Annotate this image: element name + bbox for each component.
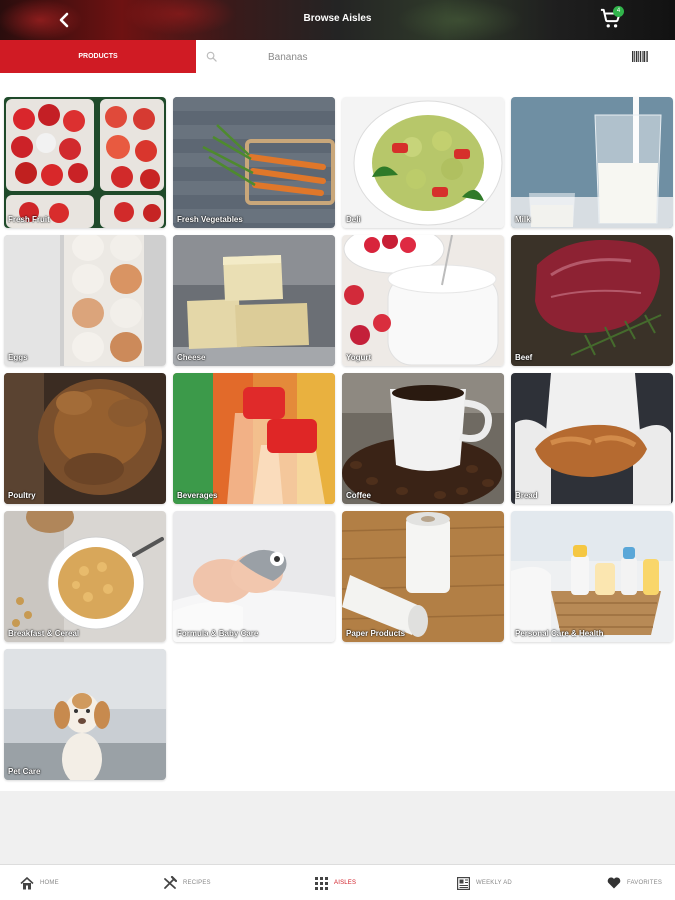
aisle-label: Poultry	[8, 491, 36, 500]
fresh-fruit-image	[4, 97, 166, 228]
nav-label: HOME	[40, 880, 59, 886]
aisle-grid: Fresh Fruit Fresh Vegetables Deli Milk E…	[0, 73, 675, 791]
beef-image	[511, 235, 673, 366]
utensils-icon	[164, 876, 177, 889]
page-title: Browse Aisles	[303, 13, 372, 24]
nav-label: AISLES	[334, 880, 357, 886]
aisle-tile-fresh-vegetables[interactable]: Fresh Vegetables	[173, 97, 335, 228]
formula-baby-care-image	[173, 511, 335, 642]
aisle-tile-breakfast-cereal[interactable]: Breakfast & Cereal	[4, 511, 166, 642]
milk-image	[511, 97, 673, 228]
nav-home[interactable]: HOME	[20, 865, 59, 900]
grid-icon	[315, 876, 328, 890]
nav-favorites[interactable]: FAVORITES	[607, 865, 662, 900]
app-header: Browse Aisles	[0, 0, 675, 40]
coffee-image	[342, 373, 504, 504]
nav-weekly-ad[interactable]: WEEKLY AD	[457, 865, 512, 900]
aisle-label: Deli	[346, 215, 361, 224]
aisle-label: Breakfast & Cereal	[8, 629, 80, 638]
aisle-label: Beef	[515, 353, 533, 362]
aisle-tile-yogurt[interactable]: Yogurt	[342, 235, 504, 366]
eggs-image	[4, 235, 166, 366]
aisle-label: Fresh Vegetables	[177, 215, 243, 224]
aisle-tile-cheese[interactable]: Cheese	[173, 235, 335, 366]
aisle-tile-coffee[interactable]: Coffee	[342, 373, 504, 504]
cheese-image	[173, 235, 335, 366]
heart-icon	[607, 877, 621, 889]
aisle-label: Coffee	[346, 491, 371, 500]
aisle-tile-deli[interactable]: Deli	[342, 97, 504, 228]
content-footer-space	[0, 791, 675, 864]
paper-products-image	[342, 511, 504, 642]
personal-care-health-image	[511, 511, 673, 642]
products-tab[interactable]: PRODUCTS	[0, 40, 196, 73]
aisle-tile-beef[interactable]: Beef	[511, 235, 673, 366]
magnifier-icon	[206, 51, 217, 62]
aisle-label: Formula & Baby Care	[177, 629, 259, 638]
aisle-label: Fresh Fruit	[8, 215, 50, 224]
aisle-label: Yogurt	[346, 353, 372, 362]
aisle-tile-milk[interactable]: Milk	[511, 97, 673, 228]
fresh-vegetables-image	[173, 97, 335, 228]
aisle-tile-poultry[interactable]: Poultry	[4, 373, 166, 504]
newspaper-icon	[457, 876, 470, 890]
breakfast-cereal-image	[4, 511, 166, 642]
barcode-icon[interactable]	[632, 51, 648, 62]
aisle-tile-paper-products[interactable]: Paper Products	[342, 511, 504, 642]
pet-care-image	[4, 649, 166, 780]
aisle-tile-personal-care-health[interactable]: Personal Care & Health	[511, 511, 673, 642]
aisle-tile-eggs[interactable]: Eggs	[4, 235, 166, 366]
aisle-tile-beverages[interactable]: Beverages	[173, 373, 335, 504]
nav-label: RECIPES	[183, 880, 211, 886]
deli-image	[342, 97, 504, 228]
aisle-label: Bread	[515, 491, 538, 500]
aisle-label: Pet Care	[8, 767, 41, 776]
search-bar: PRODUCTS	[0, 40, 675, 73]
beverages-image	[173, 373, 335, 504]
nav-label: WEEKLY AD	[476, 880, 512, 886]
aisle-label: Eggs	[8, 353, 28, 362]
aisle-label: Paper Products	[346, 629, 406, 638]
bottom-nav: HOME RECIPES AISLES WEEKLY AD FAVORITES	[0, 864, 675, 900]
aisle-tile-fresh-fruit[interactable]: Fresh Fruit	[4, 97, 166, 228]
aisle-tile-formula-baby-care[interactable]: Formula & Baby Care	[173, 511, 335, 642]
yogurt-image	[342, 235, 504, 366]
nav-recipes[interactable]: RECIPES	[163, 865, 211, 900]
aisle-label: Cheese	[177, 353, 206, 362]
nav-aisles[interactable]: AISLES	[315, 865, 356, 900]
aisle-tile-bread[interactable]: Bread	[511, 373, 673, 504]
poultry-image	[4, 373, 166, 504]
bread-image	[511, 373, 673, 504]
aisle-label: Milk	[515, 215, 531, 224]
nav-label: FAVORITES	[627, 880, 663, 886]
aisle-label: Personal Care & Health	[515, 629, 604, 638]
home-icon	[20, 876, 34, 889]
search-input[interactable]	[268, 48, 608, 66]
aisle-tile-pet-care[interactable]: Pet Care	[4, 649, 166, 780]
cart-count-badge: 4	[613, 6, 624, 17]
aisle-label: Beverages	[177, 491, 218, 500]
